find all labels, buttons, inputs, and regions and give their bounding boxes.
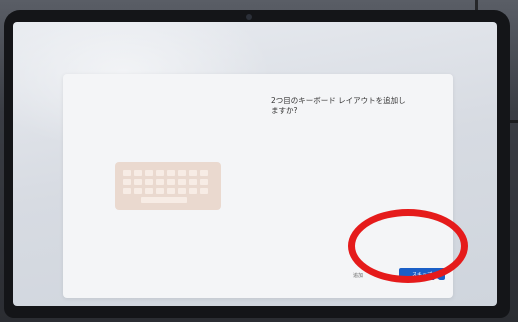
key-row (123, 188, 208, 194)
keyboard-icon (115, 162, 221, 210)
camera-icon (246, 14, 252, 20)
highlight-circle (348, 209, 468, 283)
key-row (123, 170, 208, 176)
key-row (123, 179, 208, 185)
key-row (141, 197, 187, 203)
add-layout-button[interactable]: 追加 (353, 272, 363, 279)
dialog-question: 2つ目のキーボード レイアウトを追加し ますか? (271, 96, 406, 115)
